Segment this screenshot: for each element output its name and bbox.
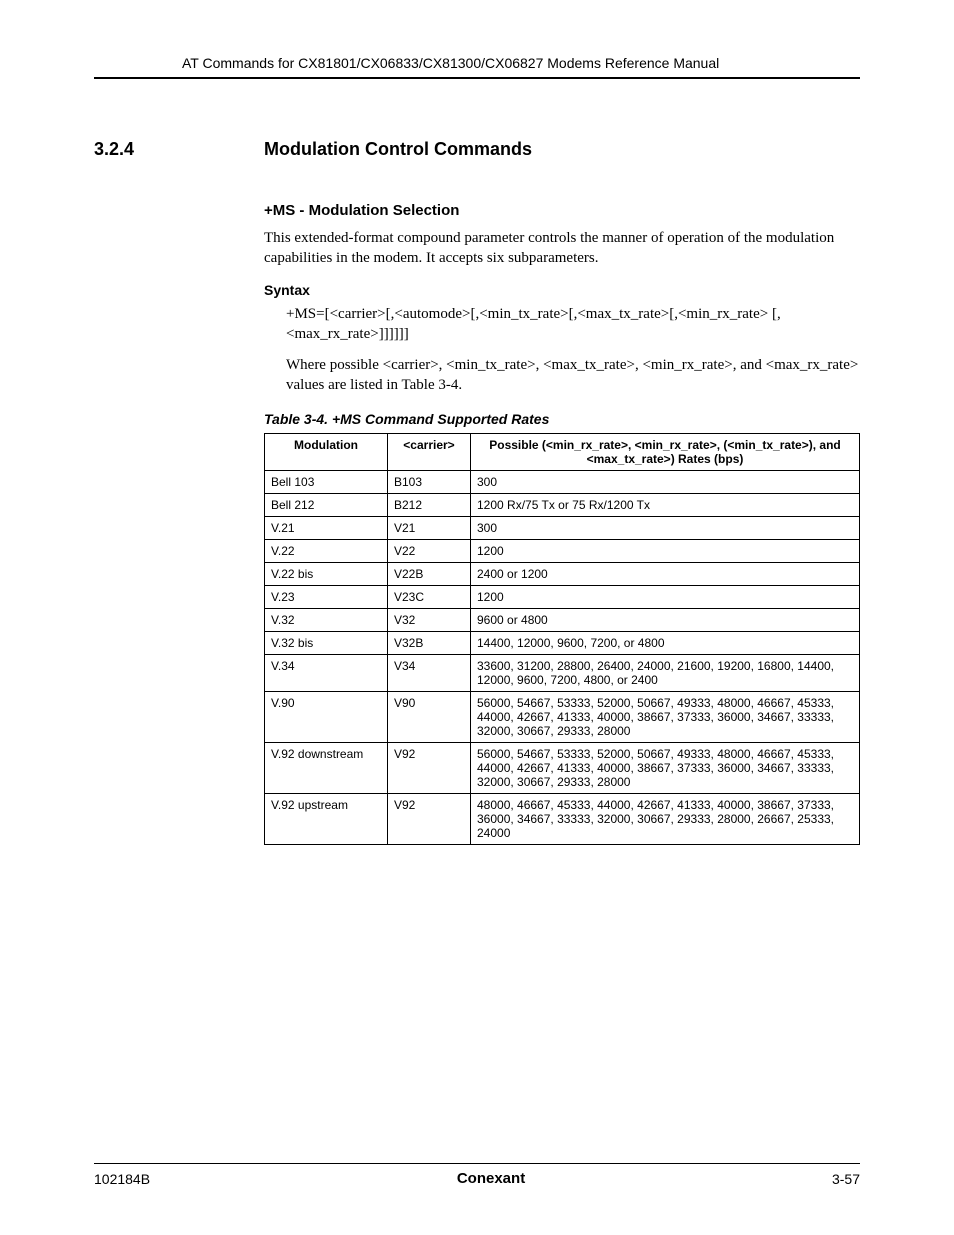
section-number: 3.2.4	[94, 139, 264, 160]
table-header-row: Modulation <carrier> Possible (<min_rx_r…	[265, 434, 860, 471]
table-cell: 9600 or 4800	[471, 609, 860, 632]
table-cell: V.21	[265, 517, 388, 540]
table-row: V.22 bisV22B2400 or 1200	[265, 563, 860, 586]
table-cell: V21	[388, 517, 471, 540]
table-cell: V.34	[265, 655, 388, 692]
syntax-line-1: +MS=[<carrier>[,<automode>[,<min_tx_rate…	[286, 304, 860, 345]
table-cell: V32B	[388, 632, 471, 655]
table-row: Bell 103B103300	[265, 471, 860, 494]
table-cell: V.92 upstream	[265, 794, 388, 845]
table-cell: V34	[388, 655, 471, 692]
table-cell: V22B	[388, 563, 471, 586]
table-cell: V.32	[265, 609, 388, 632]
table-caption: Table 3-4. +MS Command Supported Rates	[264, 411, 860, 427]
subsection-title: +MS - Modulation Selection	[264, 202, 860, 219]
table-header-carrier: <carrier>	[388, 434, 471, 471]
table-cell: B103	[388, 471, 471, 494]
table-cell: V90	[388, 692, 471, 743]
table-cell: V92	[388, 743, 471, 794]
footer-page-number: 3-57	[832, 1171, 860, 1187]
content-block: +MS - Modulation Selection This extended…	[264, 202, 860, 845]
page-footer: 102184B Conexant 3-57	[94, 1163, 860, 1187]
table-row: V.92 upstreamV9248000, 46667, 45333, 440…	[265, 794, 860, 845]
table-cell: V.92 downstream	[265, 743, 388, 794]
footer-brand: Conexant	[457, 1170, 525, 1187]
table-cell: V22	[388, 540, 471, 563]
table-cell: 48000, 46667, 45333, 44000, 42667, 41333…	[471, 794, 860, 845]
table-cell: Bell 103	[265, 471, 388, 494]
table-row: V.34V3433600, 31200, 28800, 26400, 24000…	[265, 655, 860, 692]
table-cell: 33600, 31200, 28800, 26400, 24000, 21600…	[471, 655, 860, 692]
table-row: V.21V21300	[265, 517, 860, 540]
table-row: V.32 bisV32B14400, 12000, 9600, 7200, or…	[265, 632, 860, 655]
table-header-modulation: Modulation	[265, 434, 388, 471]
running-header: AT Commands for CX81801/CX06833/CX81300/…	[94, 55, 860, 79]
table-row: V.90V9056000, 54667, 53333, 52000, 50667…	[265, 692, 860, 743]
table-cell: 300	[471, 517, 860, 540]
table-cell: Bell 212	[265, 494, 388, 517]
table-row: Bell 212B2121200 Rx/75 Tx or 75 Rx/1200 …	[265, 494, 860, 517]
table-cell: V.22 bis	[265, 563, 388, 586]
syntax-line-2: Where possible <carrier>, <min_tx_rate>,…	[286, 355, 860, 396]
table-cell: V.22	[265, 540, 388, 563]
page: AT Commands for CX81801/CX06833/CX81300/…	[0, 0, 954, 1235]
table-row: V.22V221200	[265, 540, 860, 563]
table-row: V.23V23C1200	[265, 586, 860, 609]
table-cell: V92	[388, 794, 471, 845]
section-heading-row: 3.2.4 Modulation Control Commands	[94, 139, 860, 160]
table-cell: 56000, 54667, 53333, 52000, 50667, 49333…	[471, 692, 860, 743]
table-header-rates: Possible (<min_rx_rate>, <min_rx_rate>, …	[471, 434, 860, 471]
table-cell: 300	[471, 471, 860, 494]
table-cell: V23C	[388, 586, 471, 609]
table-row: V.92 downstreamV9256000, 54667, 53333, 5…	[265, 743, 860, 794]
table-cell: V.23	[265, 586, 388, 609]
table-cell: 56000, 54667, 53333, 52000, 50667, 49333…	[471, 743, 860, 794]
section-title: Modulation Control Commands	[264, 139, 532, 160]
table-cell: 1200	[471, 586, 860, 609]
rates-table: Modulation <carrier> Possible (<min_rx_r…	[264, 433, 860, 845]
table-cell: V32	[388, 609, 471, 632]
table-cell: V.32 bis	[265, 632, 388, 655]
table-cell: B212	[388, 494, 471, 517]
table-cell: 14400, 12000, 9600, 7200, or 4800	[471, 632, 860, 655]
syntax-heading: Syntax	[264, 282, 860, 298]
table-cell: 1200	[471, 540, 860, 563]
footer-doc-number: 102184B	[94, 1171, 150, 1187]
table-row: V.32V329600 or 4800	[265, 609, 860, 632]
intro-paragraph: This extended-format compound parameter …	[264, 229, 860, 268]
table-cell: 2400 or 1200	[471, 563, 860, 586]
table-cell: 1200 Rx/75 Tx or 75 Rx/1200 Tx	[471, 494, 860, 517]
table-cell: V.90	[265, 692, 388, 743]
